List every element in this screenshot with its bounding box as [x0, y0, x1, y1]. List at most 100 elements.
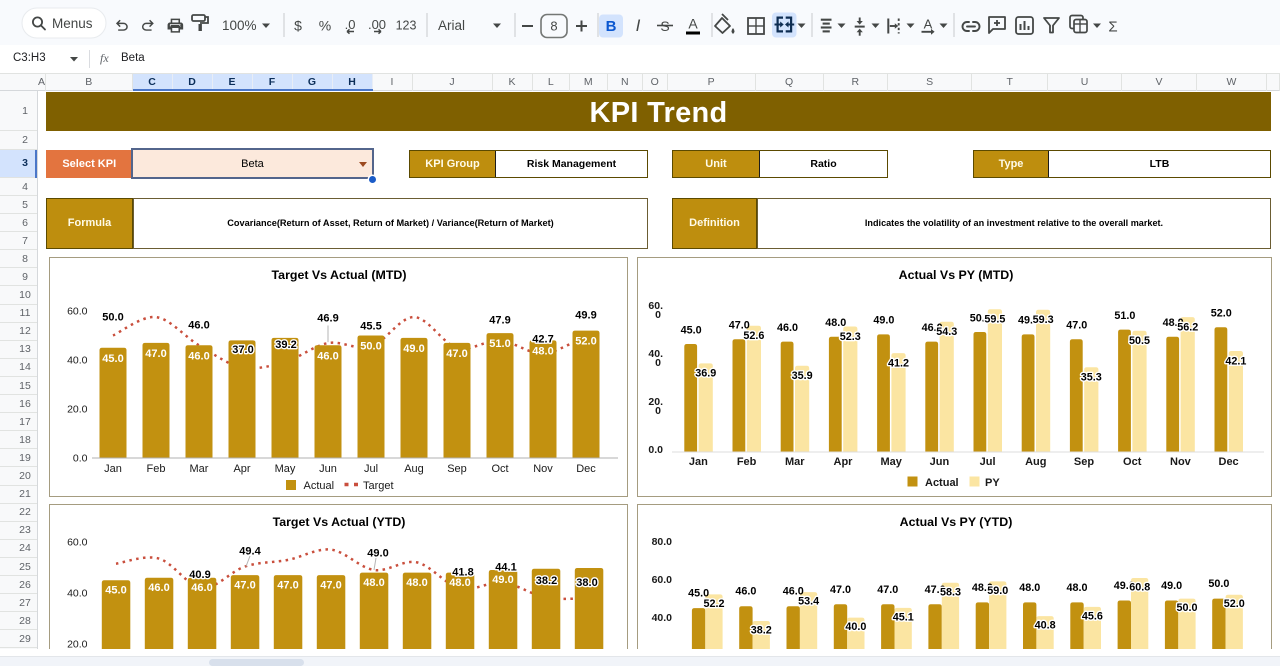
svg-text:48.0: 48.0 — [1019, 582, 1040, 594]
svg-text:35.9: 35.9 — [792, 370, 813, 382]
svg-text:Apr: Apr — [233, 463, 250, 475]
svg-text:45.0: 45.0 — [105, 585, 126, 597]
svg-text:60.0: 60.0 — [652, 574, 673, 586]
svg-text:39.2: 39.2 — [275, 339, 296, 351]
svg-text:80.0: 80.0 — [652, 536, 673, 548]
svg-text:41.8: 41.8 — [452, 567, 473, 579]
svg-text:36.9: 36.9 — [695, 368, 716, 380]
svg-text:40.0: 40.0 — [67, 588, 88, 600]
svg-text:42.1: 42.1 — [1225, 355, 1246, 367]
svg-text:Mar: Mar — [190, 463, 209, 475]
svg-text:50.0: 50.0 — [1208, 578, 1229, 590]
svg-text:8: 8 — [550, 19, 557, 34]
svg-text:Target Vs Actual (MTD): Target Vs Actual (MTD) — [272, 268, 407, 282]
svg-text:Actual: Actual — [925, 477, 959, 489]
svg-text:49.4: 49.4 — [239, 546, 261, 558]
svg-text:48.0: 48.0 — [406, 577, 427, 589]
svg-text:50.0: 50.0 — [102, 311, 123, 323]
svg-text:Oct: Oct — [1123, 456, 1142, 468]
svg-text:60.0: 60.0 — [67, 537, 88, 549]
svg-text:45.1: 45.1 — [893, 611, 914, 623]
svg-text:PY: PY — [985, 477, 1000, 489]
svg-text:123: 123 — [396, 19, 417, 33]
svg-text:45.6: 45.6 — [1082, 610, 1103, 622]
svg-text:51.0: 51.0 — [489, 338, 510, 350]
svg-text:52.6: 52.6 — [743, 330, 764, 342]
svg-text:45.0: 45.0 — [681, 324, 702, 336]
svg-text:37.0: 37.0 — [232, 344, 253, 356]
svg-text:Jul: Jul — [364, 463, 378, 475]
svg-text:40.0: 40.0 — [652, 612, 673, 624]
svg-text:May: May — [880, 456, 902, 468]
svg-text:Apr: Apr — [834, 456, 854, 468]
svg-text:50.0: 50.0 — [1176, 602, 1197, 614]
svg-text:A: A — [688, 16, 698, 32]
svg-text:Oct: Oct — [491, 463, 508, 475]
svg-text:0.0: 0.0 — [648, 444, 663, 456]
svg-text:0.0: 0.0 — [73, 453, 88, 465]
svg-text:.00: .00 — [368, 17, 386, 32]
svg-text:47.0: 47.0 — [145, 348, 166, 360]
svg-text:Dec: Dec — [1219, 456, 1239, 468]
svg-text:46.0: 46.0 — [188, 350, 209, 362]
svg-text:59.5: 59.5 — [984, 314, 1005, 326]
svg-text:44.1: 44.1 — [495, 562, 516, 574]
svg-text:47.0: 47.0 — [1066, 320, 1087, 332]
svg-text:46.9: 46.9 — [317, 313, 338, 325]
svg-text:35.3: 35.3 — [1081, 372, 1102, 384]
svg-text:49.9: 49.9 — [575, 310, 596, 322]
svg-text:47.0: 47.0 — [234, 579, 255, 591]
svg-text:48.0: 48.0 — [825, 317, 846, 329]
svg-text:$: $ — [294, 18, 302, 34]
svg-text:.0: .0 — [345, 17, 356, 32]
svg-text:May: May — [275, 463, 296, 475]
svg-text:46.0: 46.0 — [317, 350, 338, 362]
svg-text:Jan: Jan — [104, 463, 122, 475]
svg-text:Nov: Nov — [1170, 456, 1192, 468]
svg-text:47.0: 47.0 — [877, 584, 898, 596]
svg-text:59.0: 59.0 — [987, 585, 1008, 597]
svg-text:40.0: 40.0 — [845, 621, 866, 633]
svg-text:56.2: 56.2 — [1177, 321, 1198, 333]
svg-text:0: 0 — [655, 357, 661, 369]
svg-text:Aug: Aug — [404, 463, 424, 475]
svg-text:60.8: 60.8 — [1129, 582, 1150, 594]
svg-text:53.4: 53.4 — [798, 596, 819, 608]
svg-text:Arial: Arial — [438, 18, 465, 33]
svg-text:52.3: 52.3 — [840, 331, 861, 343]
svg-text:49.0: 49.0 — [367, 548, 388, 560]
svg-text:Jun: Jun — [930, 456, 950, 468]
svg-text:Actual: Actual — [304, 480, 335, 492]
svg-text:Mar: Mar — [785, 456, 805, 468]
svg-text:49.0: 49.0 — [403, 343, 424, 355]
svg-text:48.0: 48.0 — [449, 577, 470, 589]
svg-text:47.0: 47.0 — [830, 584, 851, 596]
svg-text:Menus: Menus — [52, 16, 93, 31]
svg-text:38.2: 38.2 — [536, 575, 557, 587]
svg-text:48.0: 48.0 — [1066, 582, 1087, 594]
svg-text:52.0: 52.0 — [1211, 308, 1232, 320]
svg-text:46.0: 46.0 — [188, 320, 209, 332]
svg-text:45.5: 45.5 — [360, 321, 381, 333]
svg-text:48.0: 48.0 — [532, 345, 553, 357]
svg-text:Sep: Sep — [447, 463, 467, 475]
svg-text:20.0: 20.0 — [67, 404, 88, 416]
svg-text:100%: 100% — [222, 18, 257, 33]
svg-text:40.0: 40.0 — [67, 355, 88, 367]
svg-text:Jan: Jan — [689, 456, 708, 468]
svg-text:54.3: 54.3 — [936, 326, 957, 338]
svg-text:Jul: Jul — [980, 456, 996, 468]
svg-text:49.0: 49.0 — [873, 315, 894, 327]
svg-text:41.2: 41.2 — [888, 357, 909, 369]
svg-text:58.3: 58.3 — [940, 586, 961, 598]
svg-text:45.0: 45.0 — [102, 353, 123, 365]
svg-text:50.5: 50.5 — [1129, 335, 1150, 347]
svg-text:59.3: 59.3 — [1033, 314, 1054, 326]
svg-text:Target: Target — [363, 480, 394, 492]
svg-text:Feb: Feb — [147, 463, 166, 475]
svg-text:Dec: Dec — [576, 463, 596, 475]
svg-text:B: B — [606, 18, 617, 35]
svg-text:40.8: 40.8 — [1035, 620, 1056, 632]
svg-text:Aug: Aug — [1025, 456, 1046, 468]
svg-text:46.0: 46.0 — [148, 582, 169, 594]
